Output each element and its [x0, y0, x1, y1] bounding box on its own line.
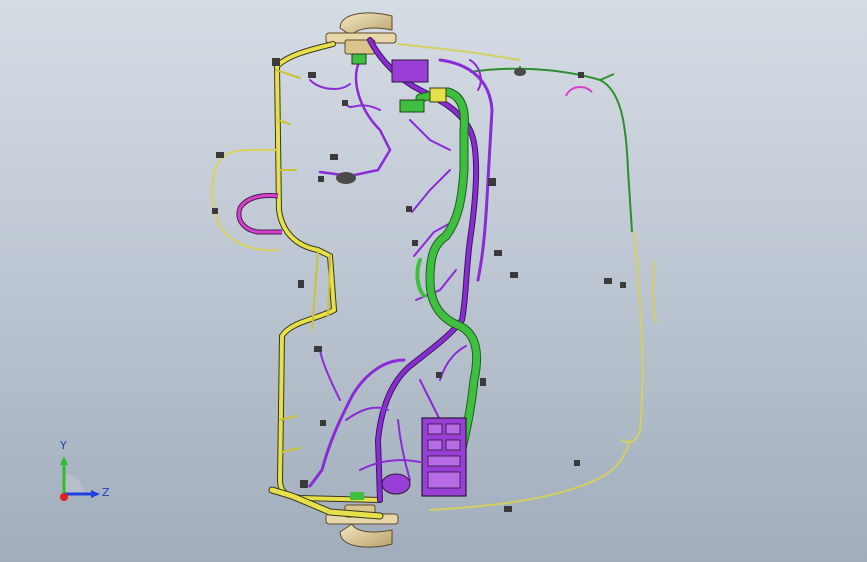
coordinate-triad-icon: Y Z: [52, 440, 112, 508]
wiring-harness-model[interactable]: [0, 0, 867, 562]
connector-block-top: [351, 53, 447, 113]
fuse-box: [381, 417, 467, 497]
triad-z-label: Z: [102, 486, 110, 499]
green-right-harness: [469, 66, 633, 233]
graphics-viewport[interactable]: Y Z: [0, 0, 867, 562]
triad-y-label: Y: [60, 439, 67, 452]
top-bracket-assembly: [325, 12, 397, 55]
